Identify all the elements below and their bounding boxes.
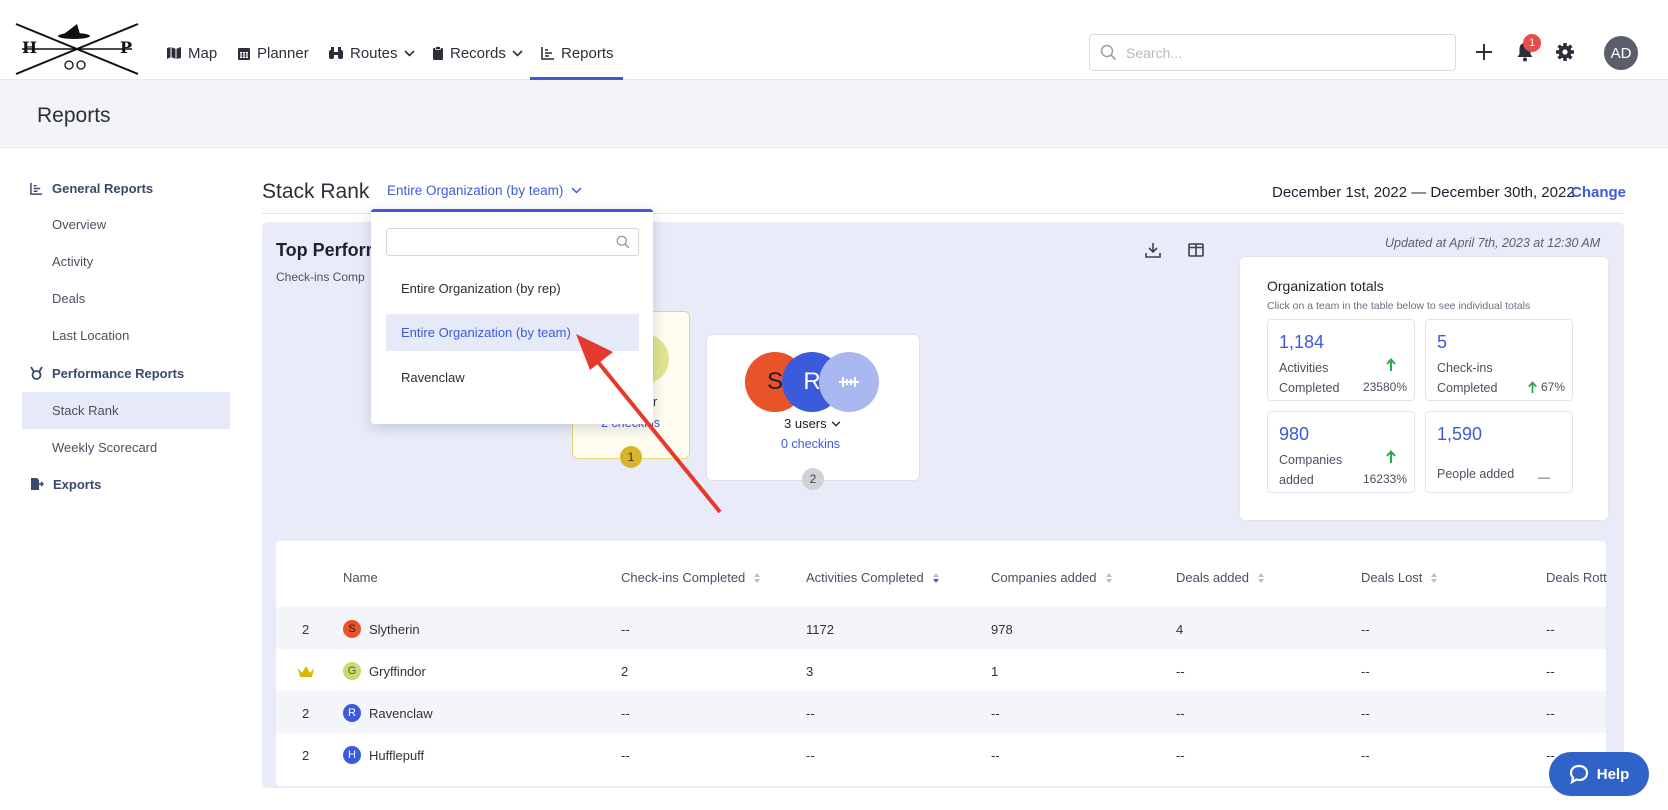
app-window: H P Map Planner Routes Records Reports S…: [0, 0, 1668, 810]
help-button[interactable]: Help: [1549, 752, 1649, 796]
chat-bubble-icon: [1569, 764, 1588, 784]
help-label: Help: [1596, 765, 1630, 783]
annotation-arrow: [576, 334, 722, 514]
